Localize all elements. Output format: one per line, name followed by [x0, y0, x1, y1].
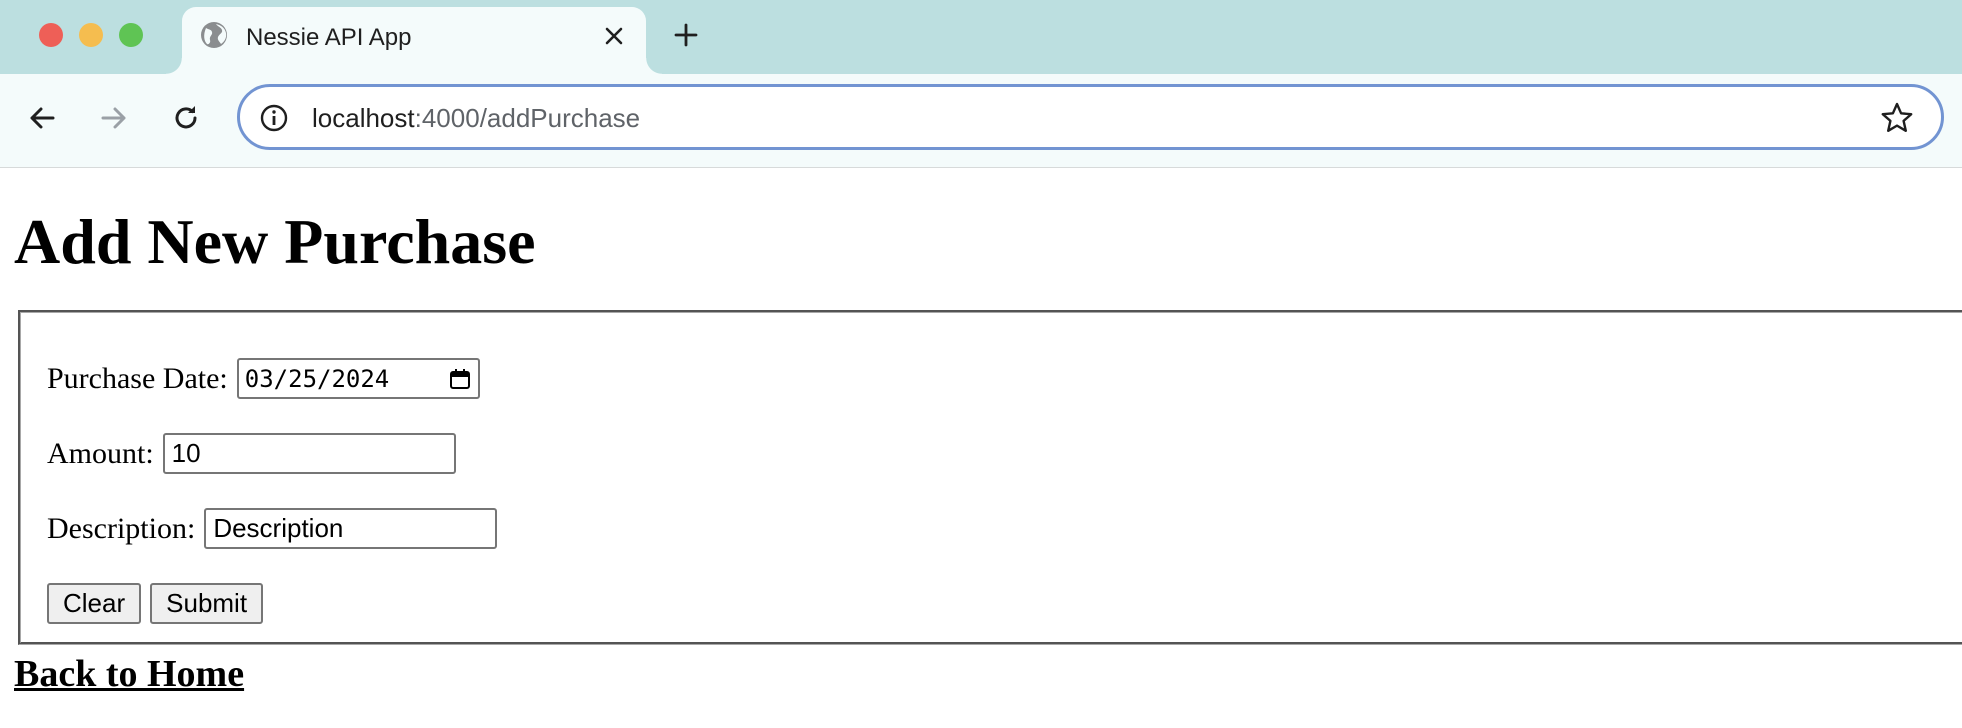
arrow-right-icon — [101, 107, 126, 129]
new-tab-button[interactable] — [668, 17, 704, 53]
close-tab-button[interactable] — [598, 20, 630, 52]
clear-button[interactable]: Clear — [47, 583, 142, 624]
back-button[interactable] — [22, 98, 62, 138]
zoom-window-button[interactable] — [119, 23, 143, 47]
star-icon[interactable] — [1880, 101, 1914, 135]
info-icon[interactable] — [259, 103, 289, 133]
reload-icon — [175, 106, 197, 129]
description-label: Description: — [47, 511, 196, 545]
url-host: localhost — [312, 103, 415, 133]
submit-button[interactable]: Submit — [150, 583, 264, 624]
arrow-left-icon — [30, 107, 55, 129]
back-to-home-link[interactable]: Back to Home — [14, 652, 244, 696]
page-title: Add New Purchase — [14, 206, 536, 277]
forward-button[interactable] — [94, 98, 134, 138]
tab-strip: Nessie API App — [0, 0, 1962, 74]
tab-title: Nessie API App — [246, 24, 412, 51]
url-path: :4000/addPurchase — [414, 103, 641, 133]
plus-icon — [674, 23, 698, 47]
minimize-window-button[interactable] — [79, 23, 103, 47]
calendar-icon[interactable] — [448, 367, 472, 391]
close-window-button[interactable] — [39, 23, 63, 47]
amount-row: Amount: 10 — [47, 433, 456, 474]
globe-icon — [201, 22, 227, 48]
purchase-form: Purchase Date: 03/25/2024 Amount: 10 Des… — [18, 310, 1962, 645]
reload-button[interactable] — [166, 98, 206, 138]
purchase-date-row: Purchase Date: 03/25/2024 — [47, 358, 480, 399]
close-icon — [605, 27, 623, 45]
page-content: Add New Purchase Purchase Date: 03/25/20… — [0, 168, 1962, 728]
purchase-date-label: Purchase Date: — [47, 361, 228, 395]
description-row: Description: Description — [47, 508, 498, 549]
address-bar[interactable]: localhost:4000/addPurchase — [237, 84, 1944, 150]
amount-label: Amount: — [47, 436, 154, 470]
purchase-date-input[interactable]: 03/25/2024 — [236, 358, 480, 399]
description-input[interactable]: Description — [204, 508, 498, 549]
form-buttons: Clear Submit — [47, 583, 272, 624]
amount-input[interactable]: 10 — [162, 433, 456, 474]
purchase-date-value: 03/25/2024 — [244, 364, 390, 393]
url-text[interactable]: localhost:4000/addPurchase — [312, 103, 640, 134]
tab-active[interactable]: Nessie API App — [166, 7, 662, 74]
browser-toolbar: localhost:4000/addPurchase — [0, 74, 1962, 168]
